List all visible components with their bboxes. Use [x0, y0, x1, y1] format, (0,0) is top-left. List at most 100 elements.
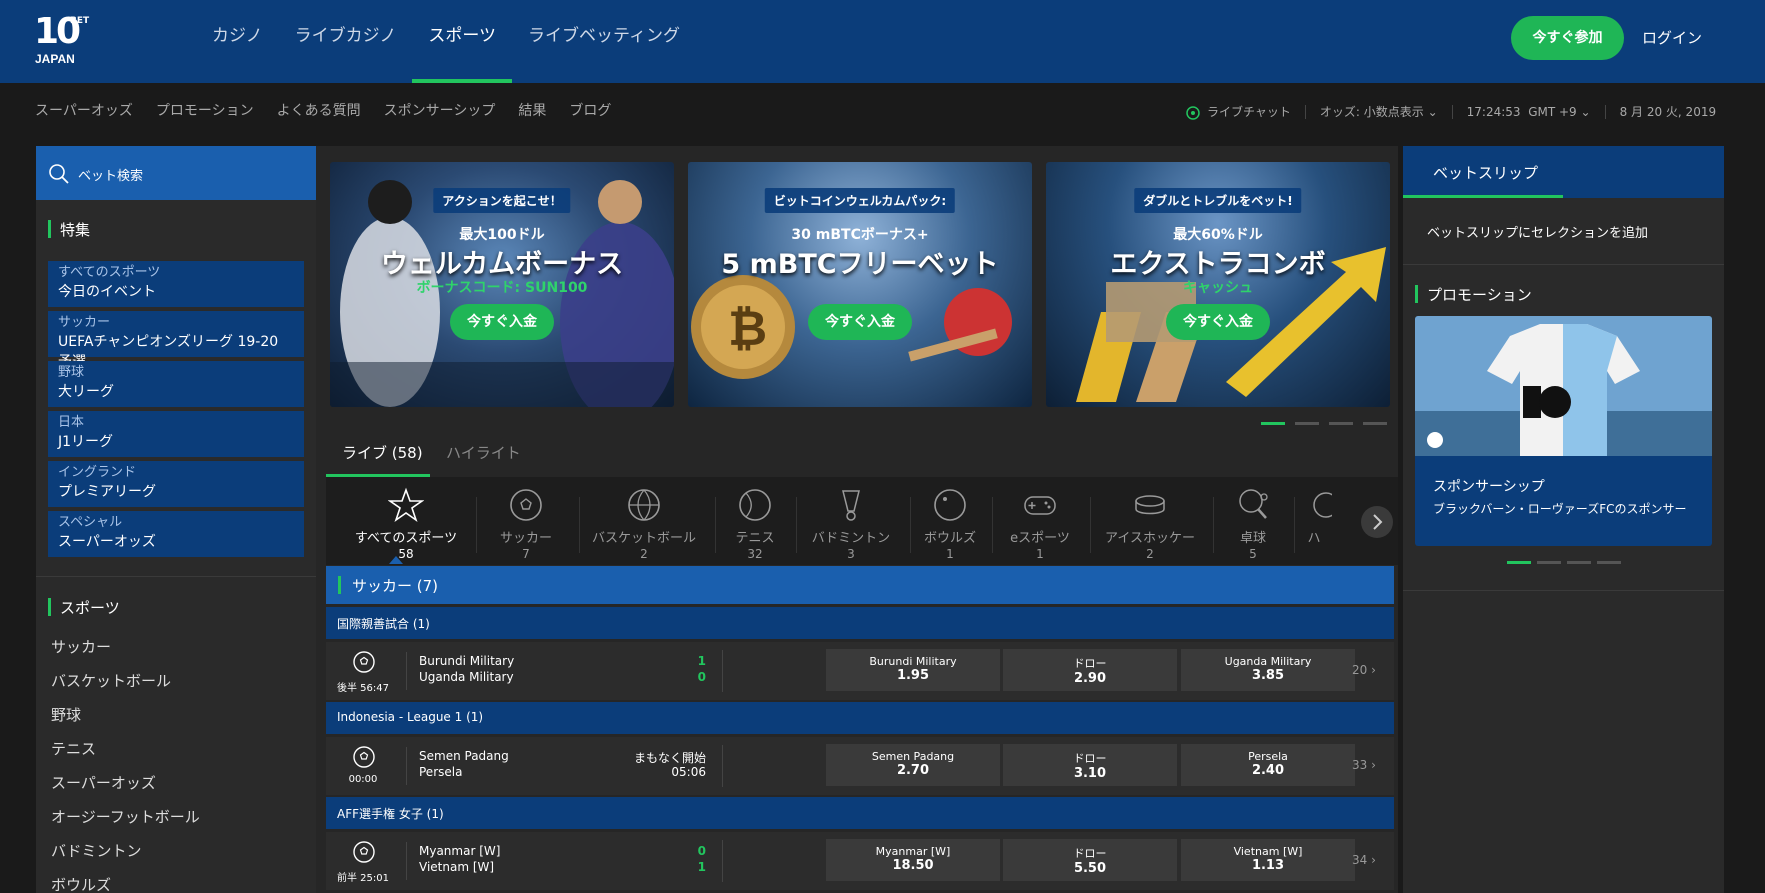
sport-filter-tennis[interactable]: テニス 32 — [715, 487, 795, 561]
away-score: 1 — [697, 860, 706, 874]
carousel-dot[interactable] — [1537, 561, 1561, 564]
deposit-button[interactable]: 今すぐ入金 — [1166, 304, 1270, 340]
sport-link[interactable]: バドミントン — [51, 840, 141, 861]
sport-link[interactable]: スーパーオッズ — [51, 772, 156, 793]
sport-filter-esports[interactable]: eスポーツ 1 — [992, 487, 1088, 561]
banner-sub: 最大60%ドル — [1173, 227, 1263, 243]
sport-link[interactable]: サッカー — [51, 636, 111, 657]
sport-filter-soccer[interactable]: サッカー 7 — [476, 487, 576, 561]
carousel-dot[interactable] — [1363, 422, 1387, 425]
featured-item[interactable]: すべてのスポーツ 今日のイベント — [48, 261, 304, 307]
odds-away-button[interactable]: Vietnam [W] 1.13 — [1181, 839, 1355, 881]
sport-link[interactable]: ボウルズ — [51, 874, 111, 893]
featured-item[interactable]: 野球 大リーグ — [48, 361, 304, 407]
sport-filter-badminton[interactable]: バドミントン 3 — [796, 487, 906, 561]
subnav-faq[interactable]: よくある質問 — [277, 100, 361, 120]
odds-draw-button[interactable]: ドロー 3.10 — [1003, 744, 1177, 786]
match-row[interactable]: 後半 56:47 Burundi Military Uganda Militar… — [326, 642, 1394, 700]
league-header[interactable]: Indonesia - League 1 (1) — [326, 702, 1394, 734]
match-row[interactable]: 前半 25:01 Myanmar [W] Vietnam [W] 0 1 Mya… — [326, 832, 1394, 890]
odds-format-select[interactable]: オッズ: 小数点表示 ⌄ — [1320, 103, 1438, 120]
match-time: 前半 25:01 — [337, 873, 389, 884]
subnav-super-odds[interactable]: スーパーオッズ — [35, 100, 133, 120]
search-icon — [49, 164, 69, 184]
nav-casino[interactable]: カジノ — [196, 0, 279, 83]
sport-link[interactable]: 野球 — [51, 704, 81, 725]
sport-filter-table-tennis[interactable]: 卓球 5 — [1213, 487, 1293, 561]
chat-icon — [1186, 105, 1200, 120]
sport-filter-ice-hockey[interactable]: アイスホッケー 2 — [1090, 487, 1210, 561]
carousel-dot[interactable] — [1261, 422, 1285, 425]
featured-item[interactable]: スペシャル スーパーオッズ — [48, 511, 304, 557]
odds-home-button[interactable]: Burundi Military 1.95 — [826, 649, 1000, 691]
extra-combo-banner[interactable]: ダブルとトレブルをベット! 最大60%ドル エクストラコンボ キャッシュ 今すぐ… — [1046, 162, 1390, 407]
featured-title: 特集 — [48, 219, 90, 240]
sport-filter-basketball[interactable]: バスケットボール 2 — [579, 487, 709, 561]
nav-live-betting[interactable]: ライブベッティング — [512, 0, 696, 83]
more-markets-link[interactable]: 20 › — [1352, 663, 1376, 677]
nav-sports[interactable]: スポーツ — [412, 0, 512, 83]
sport-link[interactable]: テニス — [51, 738, 96, 759]
sport-link[interactable]: バスケットボール — [51, 670, 171, 691]
nav-live-casino[interactable]: ライブカジノ — [279, 0, 413, 83]
featured-item[interactable]: 日本 J1リーグ — [48, 411, 304, 457]
carousel-dot[interactable] — [1295, 422, 1319, 425]
live-chat-link[interactable]: ライブチャット — [1185, 103, 1291, 121]
starting-soon-label: まもなく開始 — [633, 751, 706, 765]
carousel-dot[interactable] — [1329, 422, 1353, 425]
banner-title: ウェルカムボーナス — [380, 249, 624, 280]
match-row[interactable]: 00:00 Semen Padang Persela まもなく開始 05:06 … — [326, 737, 1394, 795]
subnav-sponsorship[interactable]: スポンサーシップ — [384, 100, 496, 120]
subnav-blog[interactable]: ブログ — [569, 100, 611, 120]
login-button[interactable]: ログイン — [1642, 16, 1702, 60]
search-input[interactable]: ベット検索 — [78, 165, 143, 184]
banner-code: キャッシュ — [1183, 280, 1253, 296]
join-button[interactable]: 今すぐ参加 — [1511, 16, 1624, 60]
svg-text:₿: ₿ — [728, 301, 767, 357]
featured-item[interactable]: イングランド プレミアリーグ — [48, 461, 304, 507]
betslip-tab[interactable]: ベットスリップ — [1403, 146, 1724, 198]
carousel-dot[interactable] — [1567, 561, 1591, 564]
next-sports-button[interactable] — [1361, 506, 1393, 538]
bitcoin-banner[interactable]: ₿ ビットコインウェルカムパック: 30 mBTCボーナス+ 5 mBTCフリー… — [688, 162, 1032, 407]
tab-highlight[interactable]: ハイライト — [446, 442, 521, 463]
banner-title: 5 mBTCフリーベット — [721, 249, 999, 280]
right-sidebar: ベットスリップ ベットスリップにセレクションを追加 プロモーション スポンサーシ… — [1403, 146, 1724, 893]
bet-search[interactable]: ベット検索 — [36, 146, 316, 200]
clock[interactable]: 17:24:53 GMT +9 ⌄ — [1467, 105, 1591, 119]
date: 8 月 20 火, 2019 — [1619, 105, 1717, 120]
sponsorship-promo-card[interactable]: スポンサーシップ ブラックバーン・ローヴァーズFCのスポンサー — [1415, 316, 1712, 546]
featured-item[interactable]: サッカーUEFAチャンピオンズリーグ 19-20 予選 — [48, 311, 304, 370]
main-nav: カジノ ライブカジノ スポーツ ライブベッティング — [196, 0, 696, 83]
top-bar: 10 BET JAPAN カジノ ライブカジノ スポーツ ライブベッティング 今… — [0, 0, 1765, 83]
banner-title: エクストラコンボ — [1110, 249, 1326, 280]
more-markets-link[interactable]: 33 › — [1352, 758, 1376, 772]
odds-away-button[interactable]: Uganda Military 3.85 — [1181, 649, 1355, 691]
odds-draw-button[interactable]: ドロー 5.50 — [1003, 839, 1177, 881]
tab-live[interactable]: ライブ (58) — [342, 442, 423, 463]
league-header[interactable]: AFF選手権 女子 (1) — [326, 797, 1394, 829]
chevron-right-icon — [1373, 514, 1383, 530]
carousel-dot[interactable] — [1597, 561, 1621, 564]
logo[interactable]: 10 BET JAPAN — [34, 14, 89, 68]
odds-home-button[interactable]: Semen Padang 2.70 — [826, 744, 1000, 786]
carousel-dot[interactable] — [1507, 561, 1531, 564]
soccer-section-header[interactable]: サッカー (7) — [326, 566, 1394, 604]
logo-japan: JAPAN — [35, 52, 75, 66]
odds-home-button[interactable]: Myanmar [W] 18.50 — [826, 839, 1000, 881]
deposit-button[interactable]: 今すぐ入金 — [450, 304, 554, 340]
jersey-image — [1415, 316, 1712, 456]
sport-filter-partial[interactable]: ハ — [1294, 487, 1334, 546]
away-team: Uganda Military — [419, 670, 514, 684]
sport-filter-bowls[interactable]: ボウルズ 1 — [910, 487, 990, 561]
odds-away-button[interactable]: Persela 2.40 — [1181, 744, 1355, 786]
sport-link[interactable]: オージーフットボール — [51, 806, 200, 827]
subnav-results[interactable]: 結果 — [518, 100, 546, 120]
odds-draw-button[interactable]: ドロー 2.90 — [1003, 649, 1177, 691]
deposit-button[interactable]: 今すぐ入金 — [808, 304, 912, 340]
sport-filter-all[interactable]: すべてのスポーツ 58 — [341, 487, 471, 561]
subnav-promotions[interactable]: プロモーション — [156, 100, 254, 120]
welcome-bonus-banner[interactable]: アクションを起こせ！ 最大100ドル ウェルカムボーナス ボーナスコード: SU… — [330, 162, 674, 407]
league-header[interactable]: 国際親善試合 (1) — [326, 607, 1394, 639]
more-markets-link[interactable]: 34 › — [1352, 853, 1376, 867]
